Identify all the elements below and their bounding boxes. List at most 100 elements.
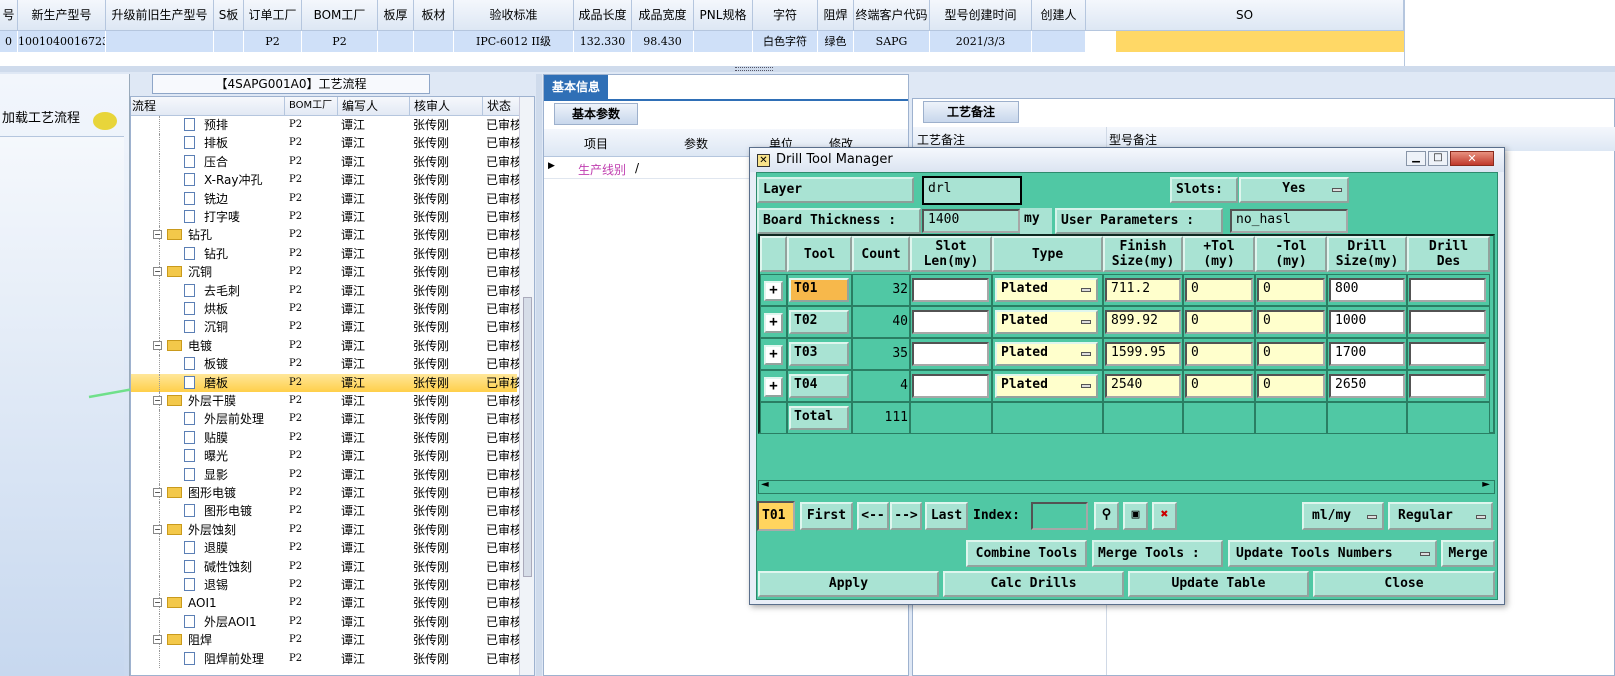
tree-row[interactable]: 钻孔 P2 谭江 张传刚 已审核 [131, 244, 519, 263]
finish-size-field[interactable]: 711.2 [1105, 278, 1181, 302]
current-tool-field[interactable]: T01 [757, 501, 795, 531]
vertical-splitter[interactable] [536, 74, 542, 676]
type-dropdown[interactable]: Plated [995, 278, 1098, 302]
drill-size-field[interactable]: 1000 [1329, 310, 1405, 334]
grid-cell[interactable]: IPC-6012 II级 [454, 31, 574, 52]
grid-col-header[interactable]: Type [992, 236, 1103, 272]
apply-button[interactable]: Apply [758, 571, 939, 597]
tree-row[interactable]: 预排 P2 谭江 张传刚 已审核 [131, 116, 519, 134]
plus-tol-field[interactable]: 0 [1185, 342, 1253, 366]
expand-row-icon[interactable]: + [764, 377, 783, 397]
grid-cell[interactable] [1032, 31, 1086, 52]
grid-header[interactable]: 升级前旧生产型号 [106, 0, 214, 31]
tree-scroll-thumb[interactable] [523, 297, 532, 577]
tree-row[interactable]: − AOI1 P2 谭江 张传刚 已审核 [131, 594, 519, 613]
grid-cell[interactable]: SAPG [854, 31, 930, 52]
grid-cell[interactable] [414, 31, 454, 52]
grid-h-scrollbar[interactable]: ◄ ► [758, 479, 1495, 494]
tree-row[interactable]: 退锡 P2 谭江 张传刚 已审核 [131, 576, 519, 594]
tree-row[interactable]: 阻焊前处理 P2 谭江 张传刚 已审核 [131, 649, 519, 668]
col-process[interactable]: 流程 [132, 97, 156, 115]
minus-tol-field[interactable]: 0 [1257, 278, 1325, 302]
plus-tol-field[interactable]: 0 [1185, 374, 1253, 398]
drill-des-field[interactable] [1409, 278, 1486, 302]
grid-header[interactable]: PNL规格 [694, 0, 753, 31]
expand-row-icon[interactable]: + [764, 345, 783, 365]
grid-col-header[interactable]: +Tol (my) [1183, 236, 1255, 272]
speech-bubble-icon[interactable] [93, 112, 117, 130]
type-dropdown[interactable]: Plated [995, 310, 1098, 334]
drill-size-field[interactable]: 800 [1329, 278, 1405, 302]
grid-header[interactable]: BOM工厂 [302, 0, 378, 31]
col-status[interactable]: 状态 [482, 97, 511, 115]
last-button[interactable]: Last [925, 502, 968, 530]
close-icon[interactable]: ✕ [1450, 151, 1494, 166]
slot-length-field[interactable] [912, 310, 989, 334]
tree-row[interactable]: − 沉铜 P2 谭江 张传刚 已审核 [131, 263, 519, 282]
grid-header[interactable]: 字符 [753, 0, 818, 31]
tab-basic-params[interactable]: 基本参数 [554, 103, 638, 125]
tree-row[interactable]: 板镀 P2 谭江 张传刚 已审核 [131, 355, 519, 374]
grid-header[interactable]: 板材 [414, 0, 454, 31]
drill-des-field[interactable] [1409, 342, 1486, 366]
tree-row[interactable]: − 外层蚀刻 P2 谭江 张传刚 已审核 [131, 520, 519, 539]
grid-header[interactable]: 板厚 [378, 0, 414, 31]
top-splitter[interactable] [0, 66, 1615, 72]
tree-row[interactable]: − 电镀 P2 谭江 张传刚 已审核 [131, 336, 519, 355]
close-button[interactable]: Close [1313, 571, 1495, 597]
grid-cell[interactable]: 132.330 [574, 31, 632, 52]
grid-col-header[interactable]: Slot Len(my) [910, 236, 992, 272]
col-reviewer[interactable]: 核审人 [409, 97, 450, 115]
delete-icon[interactable]: ✖ [1152, 502, 1177, 530]
grid-header[interactable]: 创建人 [1032, 0, 1086, 31]
mode-dropdown[interactable]: Regular [1388, 502, 1493, 530]
search-icon[interactable]: ⚲ [1094, 502, 1119, 530]
tree-row[interactable]: 去毛刺 P2 谭江 张传刚 已审核 [131, 281, 519, 300]
tool-name-button[interactable]: T03 [789, 342, 849, 366]
tool-name-button[interactable]: T01 [789, 278, 849, 302]
maximize-icon[interactable]: □ [1428, 151, 1448, 166]
expand-row-icon[interactable]: + [764, 313, 783, 333]
grid-cell[interactable]: 2021/3/3 [930, 31, 1032, 52]
grid-header[interactable]: 成品长度 [574, 0, 632, 31]
tree-row[interactable]: 图形电镀 P2 谭江 张传刚 已审核 [131, 502, 519, 521]
user-params-field[interactable]: no_hasl [1230, 209, 1348, 233]
finish-size-field[interactable]: 1599.95 [1105, 342, 1181, 366]
tree-row[interactable]: − 钻孔 P2 谭江 张传刚 已审核 [131, 226, 519, 245]
tree-row[interactable]: 压合 P2 谭江 张传刚 已审核 [131, 152, 519, 171]
col-model-notes[interactable]: 型号备注 [1109, 131, 1157, 148]
grid-cell[interactable]: P2 [244, 31, 302, 52]
col-writer[interactable]: 编写人 [337, 97, 378, 115]
grid-cell[interactable] [106, 31, 214, 52]
tree-row[interactable]: 打字唛 P2 谭江 张传刚 已审核 [131, 208, 519, 226]
slots-dropdown[interactable]: Yes [1239, 177, 1349, 203]
calc-drills-button[interactable]: Calc Drills [943, 571, 1124, 597]
grid-header[interactable]: SO [1086, 0, 1404, 31]
grid-cell[interactable]: 10010400167235 [18, 31, 106, 52]
grid-cell[interactable] [694, 31, 753, 52]
col-item[interactable]: 项目 [584, 135, 608, 152]
grid-cell[interactable]: P2 [302, 31, 378, 52]
tree-row[interactable]: − 外层干膜 P2 谭江 张传刚 已审核 [131, 392, 519, 410]
slot-length-field[interactable] [912, 278, 989, 302]
grid-header[interactable]: 号 [0, 0, 18, 31]
grid-header[interactable]: S板 [214, 0, 244, 31]
tree-row[interactable]: 烘板 P2 谭江 张传刚 已审核 [131, 300, 519, 318]
update-tools-numbers-dropdown[interactable]: Update Tools Numbers [1228, 540, 1437, 567]
tool-name-button[interactable]: T04 [789, 374, 849, 398]
drill-des-field[interactable] [1409, 374, 1486, 398]
thickness-field[interactable]: 1400 [922, 209, 1020, 233]
units-dropdown[interactable]: ml/my [1302, 502, 1384, 530]
grid-col-header[interactable]: -Tol (my) [1255, 236, 1327, 272]
grid-cell[interactable] [214, 31, 244, 52]
slot-length-field[interactable] [912, 342, 989, 366]
index-field[interactable] [1031, 502, 1088, 530]
param-value[interactable]: / [635, 161, 639, 175]
col-bom[interactable]: BOM工厂 [284, 97, 332, 115]
grid-header[interactable]: 验收标准 [454, 0, 574, 31]
minus-tol-field[interactable]: 0 [1257, 342, 1325, 366]
minus-tol-field[interactable]: 0 [1257, 374, 1325, 398]
screen-icon[interactable]: ▣ [1123, 502, 1148, 530]
grid-header[interactable]: 型号创建时间 [930, 0, 1032, 31]
minimize-icon[interactable]: ▁ [1406, 151, 1426, 166]
